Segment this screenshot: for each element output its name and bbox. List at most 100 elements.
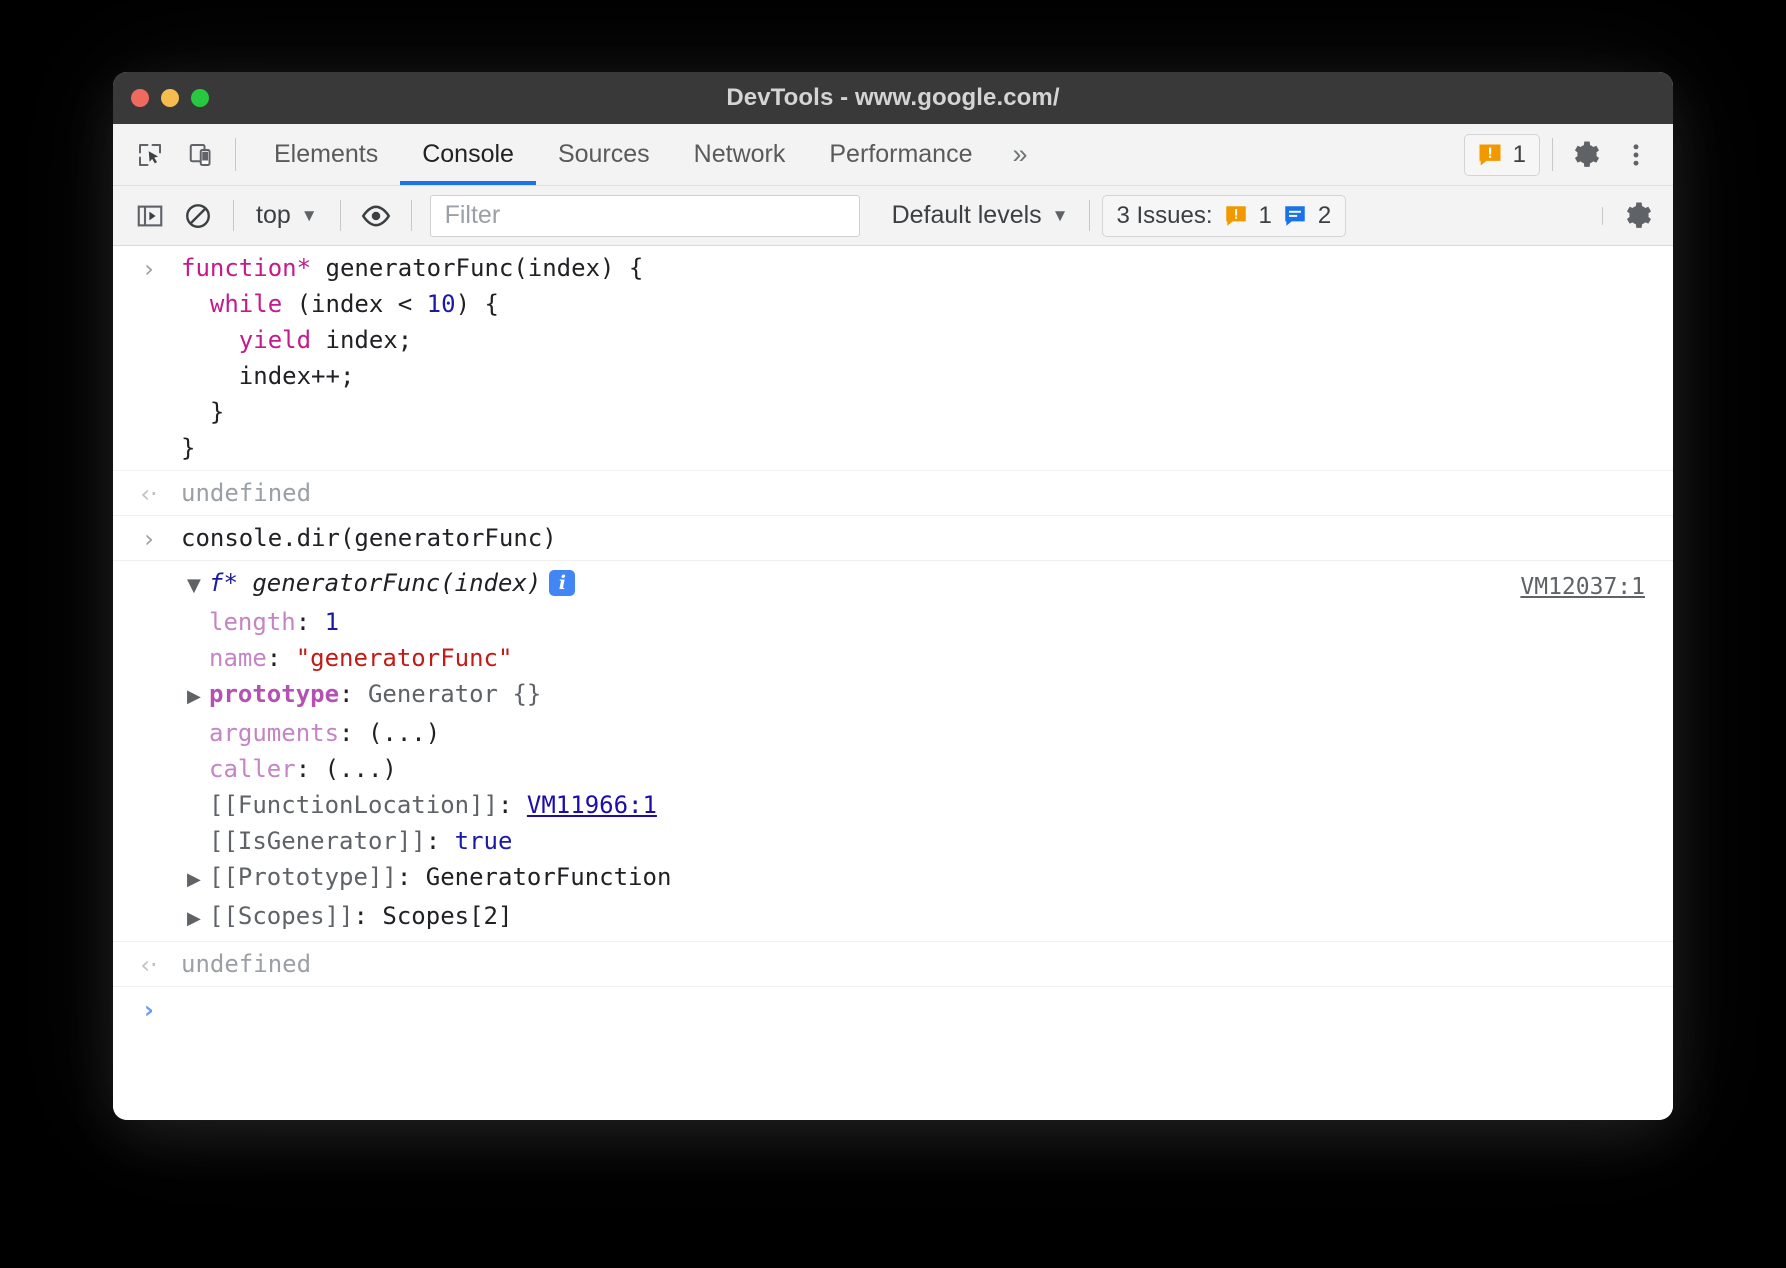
tab-console[interactable]: Console [400, 124, 536, 185]
property-value-caller[interactable]: (...) [325, 755, 397, 783]
property-row-prototype-slot[interactable]: ▶[[Prototype]]: GeneratorFunction [113, 859, 1673, 898]
expand-triangle-icon[interactable]: ▼ [187, 568, 209, 604]
console-result-message-final[interactable]: ‹· undefined [113, 942, 1673, 987]
property-row-isgenerator: [[IsGenerator]]: true [113, 823, 1673, 859]
tabs-overflow-icon[interactable]: » [994, 124, 1045, 185]
console-settings-gear-icon[interactable] [1617, 193, 1663, 239]
console-input-message[interactable]: › function* generatorFunc(index) { while… [113, 246, 1673, 471]
property-row-prototype[interactable]: ▶prototype: Generator {} [113, 676, 1673, 715]
log-levels-label: Default levels [892, 201, 1042, 230]
property-value-arguments[interactable]: (...) [368, 719, 440, 747]
issues-info-count: 2 [1318, 202, 1331, 230]
console-message-list[interactable]: › function* generatorFunc(index) { while… [113, 246, 1673, 1120]
tab-elements[interactable]: Elements [252, 124, 400, 185]
property-sep-prototype: : [339, 680, 368, 708]
prompt-marker-icon: › [135, 993, 163, 1027]
object-header-row[interactable]: ▼f* generatorFunc(index)i [113, 565, 1673, 604]
issues-warning-count: 1 [1259, 202, 1272, 230]
issues-label: 3 Issues: [1117, 202, 1213, 230]
execution-context-selector[interactable]: top ▼ [246, 196, 328, 235]
console-result-value-final: undefined [113, 946, 1673, 982]
property-triangle-scopes[interactable]: ▶ [187, 901, 209, 937]
property-row-name: name: "generatorFunc" [113, 640, 1673, 676]
info-icon-issues [1282, 203, 1308, 229]
warning-icon [1476, 141, 1504, 169]
tab-network[interactable]: Network [672, 124, 808, 185]
code-token-signature: generatorFunc(index) { [311, 254, 643, 282]
property-sep-arguments: : [339, 719, 368, 747]
gear-icon[interactable] [1565, 132, 1611, 178]
tab-performance-label: Performance [829, 140, 972, 169]
tabbar-divider [235, 138, 236, 171]
inspect-element-icon[interactable] [127, 132, 173, 178]
eye-icon[interactable] [353, 193, 399, 239]
property-sep-length: : [296, 608, 325, 636]
property-row-scopes[interactable]: ▶[[Scopes]]: Scopes[2] [113, 898, 1673, 937]
code-token-close-inner: } [181, 398, 224, 426]
property-name-arguments: arguments [209, 719, 339, 747]
console-object-output[interactable]: VM12037:1 ▼f* generatorFunc(index)i leng… [113, 561, 1673, 942]
code-token-function-star: function* [181, 254, 311, 282]
warning-badge[interactable]: 1 [1464, 134, 1540, 176]
source-location-link[interactable]: VM12037:1 [1520, 569, 1645, 605]
console-toolbar: top ▼ Filter Default levels ▼ 3 Issues: [113, 186, 1673, 246]
property-name-prototype: prototype [209, 680, 339, 708]
toolbar-divider-5 [1602, 207, 1603, 225]
property-name-caller: caller [209, 755, 296, 783]
code-token-while: while [210, 290, 282, 318]
property-sep-caller: : [296, 755, 325, 783]
property-row-arguments[interactable]: arguments: (...) [113, 715, 1673, 751]
code-indent-2 [181, 326, 239, 354]
code-token-cond: (index < [282, 290, 427, 318]
property-value-scopes: Scopes[2] [382, 902, 512, 930]
property-value-length: 1 [325, 608, 339, 636]
console-result-message[interactable]: ‹· undefined [113, 471, 1673, 516]
info-badge-icon[interactable]: i [549, 570, 575, 596]
maximize-window-button[interactable] [191, 89, 209, 107]
property-sep-functionlocation: : [498, 791, 527, 819]
tabbar-left-icons [127, 124, 225, 185]
console-prompt-row[interactable]: › [113, 987, 1673, 999]
close-window-button[interactable] [131, 89, 149, 107]
property-name-prototype-slot: [[Prototype]] [209, 863, 397, 891]
traffic-lights [131, 89, 209, 107]
output-marker-icon: ‹· [135, 477, 163, 511]
kebab-menu-icon[interactable] [1613, 132, 1659, 178]
code-token-yield: yield [239, 326, 311, 354]
toolbar-divider-1 [233, 200, 234, 231]
issues-badge[interactable]: 3 Issues: 1 2 [1102, 195, 1347, 237]
console-sidebar-icon[interactable] [127, 193, 173, 239]
property-sep-isgenerator: : [426, 827, 455, 855]
devtools-window: DevTools - www.google.com/ [113, 72, 1673, 1120]
property-value-name: "generatorFunc" [296, 644, 513, 672]
device-toolbar-icon[interactable] [179, 132, 225, 178]
filter-input[interactable]: Filter [430, 195, 860, 237]
clear-console-icon[interactable] [175, 193, 221, 239]
generator-function-prefix: f* [209, 569, 238, 597]
property-triangle-prototype-slot[interactable]: ▶ [187, 862, 209, 898]
tabbar-right-controls: 1 [1464, 124, 1663, 185]
function-location-link[interactable]: VM11966:1 [527, 791, 657, 819]
minimize-window-button[interactable] [161, 89, 179, 107]
console-result-value: undefined [113, 475, 1673, 511]
property-triangle-prototype[interactable]: ▶ [187, 679, 209, 715]
tab-elements-label: Elements [274, 140, 378, 169]
property-row-caller[interactable]: caller: (...) [113, 751, 1673, 787]
code-token-close-outer: } [181, 434, 195, 462]
console-input-code-dir: console.dir(generatorFunc) [113, 520, 1673, 556]
filter-placeholder: Filter [445, 201, 501, 230]
console-input-message-dir[interactable]: › console.dir(generatorFunc) [113, 516, 1673, 561]
object-header-signature [238, 569, 252, 597]
tab-performance[interactable]: Performance [807, 124, 994, 185]
input-marker-icon-dir: › [135, 522, 163, 556]
property-value-prototype-slot: GeneratorFunction [426, 863, 672, 891]
tab-sources[interactable]: Sources [536, 124, 672, 185]
code-token-yield-arg: index; [311, 326, 412, 354]
code-indent-1 [181, 290, 210, 318]
log-levels-selector[interactable]: Default levels ▼ [884, 196, 1077, 235]
property-name-scopes: [[Scopes]] [209, 902, 354, 930]
devtools-tabbar: Elements Console Sources Network Perform… [113, 124, 1673, 186]
toolbar-divider-4 [1089, 200, 1090, 231]
property-sep-prototype-slot: : [397, 863, 426, 891]
chevron-down-icon: ▼ [301, 207, 318, 224]
